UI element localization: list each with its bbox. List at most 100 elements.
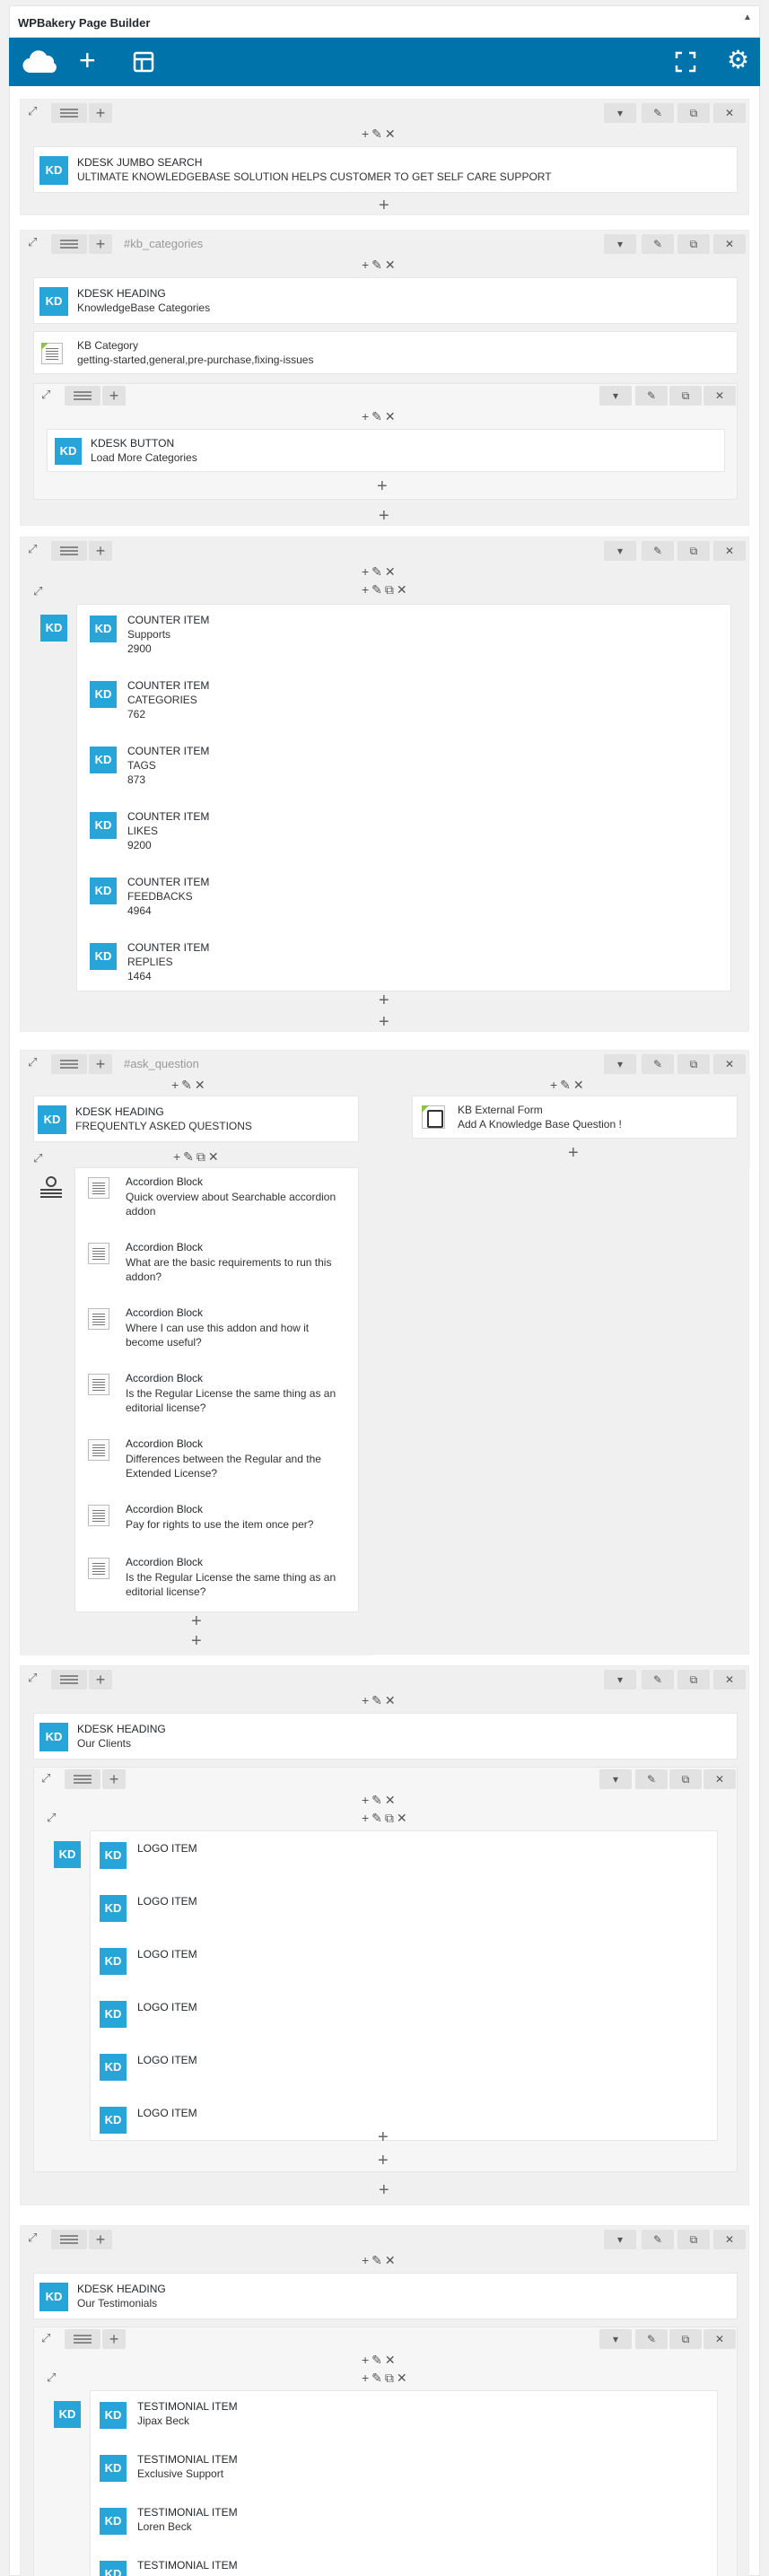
row-layout-button[interactable] bbox=[51, 234, 87, 254]
add-element-button[interactable]: + bbox=[378, 2152, 389, 2170]
column-controls[interactable]: +✎✕ bbox=[362, 2353, 398, 2368]
add-element-button[interactable]: + bbox=[568, 1144, 579, 1162]
element-kdesk-heading[interactable]: KD KDESK HEADING KnowledgeBase Categorie… bbox=[33, 277, 738, 324]
move-icon[interactable] bbox=[41, 2331, 54, 2345]
move-icon[interactable] bbox=[47, 1811, 59, 1825]
row-toggle-button[interactable]: ▾ bbox=[604, 103, 636, 123]
move-icon[interactable] bbox=[28, 2231, 40, 2245]
inner-row-add-column-button[interactable]: + bbox=[102, 386, 126, 406]
inner-row-toggle-button[interactable]: ▾ bbox=[599, 1769, 632, 1789]
inner-row-delete-button[interactable]: ✕ bbox=[703, 2329, 736, 2349]
move-icon[interactable] bbox=[41, 1771, 54, 1786]
column-controls[interactable]: +✎✕ bbox=[362, 1693, 398, 1708]
column-controls[interactable]: +✎✕ bbox=[171, 1078, 208, 1093]
inner-row-clone-button[interactable]: ⧉ bbox=[669, 386, 702, 406]
container-controls[interactable]: +✎⧉✕ bbox=[362, 1811, 410, 1826]
element-kdesk-heading[interactable]: KD KDESK HEADING Our Clients bbox=[33, 1713, 738, 1760]
row-clone-button[interactable]: ⧉ bbox=[677, 1054, 710, 1074]
move-icon[interactable] bbox=[47, 2371, 59, 2385]
inner-row-layout-button[interactable] bbox=[65, 386, 100, 406]
row-add-column-button[interactable]: + bbox=[89, 1670, 112, 1690]
row-clone-button[interactable]: ⧉ bbox=[677, 541, 710, 561]
column-controls[interactable]: +✎✕ bbox=[550, 1078, 587, 1093]
element-kb-external-form[interactable]: KB External Form Add A Knowledge Base Qu… bbox=[412, 1096, 738, 1139]
caret-up-icon[interactable]: ▲ bbox=[743, 13, 752, 22]
inner-row-add-column-button[interactable]: + bbox=[102, 1769, 126, 1789]
inner-row-toggle-button[interactable]: ▾ bbox=[599, 386, 632, 406]
column-controls[interactable]: +✎✕ bbox=[362, 1793, 398, 1808]
row-edit-button[interactable]: ✎ bbox=[642, 234, 674, 254]
inner-row-edit-button[interactable]: ✎ bbox=[635, 2329, 668, 2349]
settings-gear-icon[interactable]: ⚙ bbox=[727, 48, 749, 73]
move-icon[interactable] bbox=[28, 1671, 40, 1685]
row-clone-button[interactable]: ⧉ bbox=[677, 103, 710, 123]
add-element-button[interactable]: + bbox=[379, 991, 389, 1009]
move-icon[interactable] bbox=[33, 1151, 46, 1166]
column-controls[interactable]: +✎✕ bbox=[362, 564, 398, 580]
add-element-button[interactable]: + bbox=[379, 2181, 389, 2199]
container-controls[interactable]: +✎⧉✕ bbox=[362, 2371, 410, 2386]
column-controls[interactable]: +✎✕ bbox=[362, 258, 398, 273]
inner-row-toggle-button[interactable]: ▾ bbox=[599, 2329, 632, 2349]
column-controls[interactable]: +✎✕ bbox=[362, 127, 398, 142]
move-icon[interactable] bbox=[28, 104, 40, 118]
row-delete-button[interactable]: ✕ bbox=[713, 1054, 746, 1074]
element-kdesk-heading[interactable]: KD KDESK HEADING Our Testimonials bbox=[33, 2273, 738, 2319]
inner-row-layout-button[interactable] bbox=[65, 1769, 100, 1789]
row-delete-button[interactable]: ✕ bbox=[713, 2230, 746, 2249]
fullscreen-icon[interactable] bbox=[675, 51, 696, 73]
row-add-column-button[interactable]: + bbox=[89, 103, 112, 123]
inner-row-add-column-button[interactable]: + bbox=[102, 2329, 126, 2349]
move-icon[interactable] bbox=[28, 1055, 40, 1070]
row-add-column-button[interactable]: + bbox=[89, 2230, 112, 2249]
add-element-button[interactable]: + bbox=[378, 2128, 389, 2146]
add-element-button[interactable]: + bbox=[379, 507, 389, 525]
layout-templates-icon[interactable] bbox=[133, 51, 154, 73]
row-toggle-button[interactable]: ▾ bbox=[604, 1670, 636, 1690]
cloud-templates-icon[interactable] bbox=[22, 49, 57, 74]
row-layout-button[interactable] bbox=[51, 103, 87, 123]
row-add-column-button[interactable]: + bbox=[89, 234, 112, 254]
row-delete-button[interactable]: ✕ bbox=[713, 541, 746, 561]
add-element-icon[interactable]: + bbox=[79, 46, 96, 74]
column-controls[interactable]: +✎✕ bbox=[362, 409, 398, 424]
row-layout-button[interactable] bbox=[51, 541, 87, 561]
row-edit-button[interactable]: ✎ bbox=[642, 2230, 674, 2249]
move-icon[interactable] bbox=[41, 388, 54, 402]
row-delete-button[interactable]: ✕ bbox=[713, 103, 746, 123]
container-controls[interactable]: +✎⧉✕ bbox=[173, 1149, 222, 1165]
column-controls[interactable]: +✎✕ bbox=[362, 2253, 398, 2268]
row-toggle-button[interactable]: ▾ bbox=[604, 541, 636, 561]
row-add-column-button[interactable]: + bbox=[89, 1054, 112, 1074]
row-clone-button[interactable]: ⧉ bbox=[677, 1670, 710, 1690]
element-kb-category[interactable]: KB Category getting-started,general,pre-… bbox=[33, 331, 738, 374]
row-toggle-button[interactable]: ▾ bbox=[604, 234, 636, 254]
row-delete-button[interactable]: ✕ bbox=[713, 234, 746, 254]
container-controls[interactable]: +✎⧉✕ bbox=[362, 582, 410, 598]
row-add-column-button[interactable]: + bbox=[89, 541, 112, 561]
inner-row-layout-button[interactable] bbox=[65, 2329, 100, 2349]
row-layout-button[interactable] bbox=[51, 2230, 87, 2249]
row-edit-button[interactable]: ✎ bbox=[642, 1670, 674, 1690]
add-element-button[interactable]: + bbox=[379, 196, 389, 214]
add-element-button[interactable]: + bbox=[191, 1612, 202, 1630]
row-edit-button[interactable]: ✎ bbox=[642, 103, 674, 123]
inner-row-delete-button[interactable]: ✕ bbox=[703, 386, 736, 406]
move-icon[interactable] bbox=[33, 584, 46, 598]
add-element-button[interactable]: + bbox=[191, 1632, 202, 1650]
row-toggle-button[interactable]: ▾ bbox=[604, 2230, 636, 2249]
inner-row-clone-button[interactable]: ⧉ bbox=[669, 2329, 702, 2349]
row-clone-button[interactable]: ⧉ bbox=[677, 234, 710, 254]
row-edit-button[interactable]: ✎ bbox=[642, 1054, 674, 1074]
row-toggle-button[interactable]: ▾ bbox=[604, 1054, 636, 1074]
add-element-button[interactable]: + bbox=[377, 477, 388, 495]
add-element-button[interactable]: + bbox=[379, 1013, 389, 1031]
move-icon[interactable] bbox=[28, 235, 40, 249]
row-edit-button[interactable]: ✎ bbox=[642, 541, 674, 561]
inner-row-delete-button[interactable]: ✕ bbox=[703, 1769, 736, 1789]
element-jumbo-search[interactable]: KD KDESK JUMBO SEARCH ULTIMATE KNOWLEDGE… bbox=[33, 146, 738, 193]
row-layout-button[interactable] bbox=[51, 1670, 87, 1690]
element-kdesk-heading[interactable]: KD KDESK HEADING FREQUENTLY ASKED QUESTI… bbox=[33, 1096, 359, 1142]
row-delete-button[interactable]: ✕ bbox=[713, 1670, 746, 1690]
row-layout-button[interactable] bbox=[51, 1054, 87, 1074]
